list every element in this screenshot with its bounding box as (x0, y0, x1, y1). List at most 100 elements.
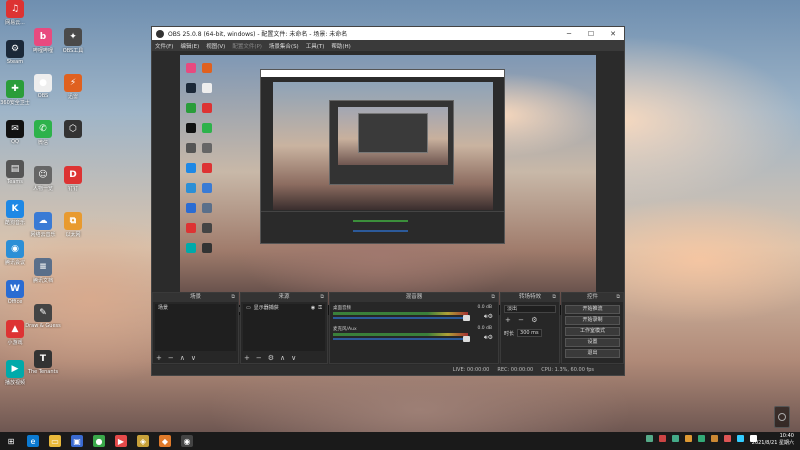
studio-mode-button[interactable]: 工作室模式 (565, 327, 620, 336)
scene-item[interactable]: 场景 (155, 304, 236, 312)
menu-profile[interactable]: 配置文件(P) (232, 42, 262, 50)
file-explorer-icon[interactable]: ▭ (49, 435, 61, 447)
preview-canvas[interactable] (180, 55, 596, 315)
duration-input[interactable]: 300 ms (517, 329, 542, 337)
volume-slider[interactable] (333, 338, 468, 340)
tray-icon[interactable] (685, 435, 692, 442)
add-scene-button[interactable]: + (156, 354, 162, 362)
desktop-icon[interactable]: ✆ 微信 (28, 120, 58, 146)
source-item[interactable]: ▭ 显示器捕获 ◉ ⚿ (243, 304, 325, 313)
move-source-up-button[interactable]: ∧ (280, 354, 285, 362)
desktop-icon-label: 以太网 (65, 232, 81, 238)
desktop-icon[interactable]: ⚡ 迅雷 (58, 74, 88, 100)
app-icon: ▲ (6, 320, 24, 338)
clock[interactable]: 10:40 2021/8/21 星期六 (752, 433, 794, 447)
volume-slider[interactable] (333, 317, 468, 319)
sources-dock: 来源 ⧉ ▭ 显示器捕获 ◉ ⚿ + − ⚙ ∧ ∨ (240, 292, 328, 364)
speaker-icon[interactable]: 🔊︎⚙ (484, 313, 493, 321)
controls-dock: 控件 ⧉ 开始推流 开始录制 工作室模式 设置 退出 (561, 292, 624, 364)
track-level: 0.0 dB (477, 305, 492, 310)
menu-tools[interactable]: 工具(T) (306, 42, 325, 50)
floating-widget[interactable] (774, 406, 790, 428)
menu-file[interactable]: 文件(F) (155, 42, 173, 50)
settings-button[interactable]: 设置 (565, 338, 620, 347)
desktop-icon[interactable]: ⧉ 以太网 (58, 212, 88, 238)
obs-titlebar[interactable]: OBS 25.0.8 (64-bit, windows) - 配置文件: 未命名… (152, 27, 624, 40)
menu-edit[interactable]: 编辑(E) (180, 42, 199, 50)
add-source-button[interactable]: + (244, 354, 250, 362)
start-streaming-button[interactable]: 开始推流 (565, 305, 620, 314)
video-icon[interactable]: ▶ (115, 435, 127, 447)
tray-icon[interactable] (737, 435, 744, 442)
transition-type-select[interactable]: 淡出 (504, 305, 556, 313)
app-icon[interactable]: ● (93, 435, 105, 447)
minimize-button[interactable]: ─ (558, 30, 580, 38)
app2-icon[interactable]: ◆ (159, 435, 171, 447)
speaker-icon[interactable]: 🔊︎⚙ (484, 334, 493, 342)
app-icon: ✎ (34, 304, 52, 322)
tray-icon[interactable] (711, 435, 718, 442)
dock-float-icon[interactable]: ⧉ (231, 293, 235, 302)
maximize-button[interactable]: ☐ (580, 30, 602, 38)
start-recording-button[interactable]: 开始录制 (565, 316, 620, 325)
move-scene-up-button[interactable]: ∧ (180, 354, 185, 362)
cpu-status: CPU: 1.3%, 60.00 fps (541, 367, 594, 373)
tray-icon[interactable] (724, 435, 731, 442)
store-icon[interactable]: ▣ (71, 435, 83, 447)
desktop-icon[interactable]: ≡ 腾讯文档 (28, 258, 58, 284)
game-icon[interactable]: ◈ (137, 435, 149, 447)
app-icon: ♫ (6, 0, 24, 18)
volume-fader-handle[interactable] (463, 336, 470, 342)
transition-settings-button[interactable]: ⚙ (531, 316, 537, 324)
desktop-icon[interactable]: T The Tenants (28, 350, 58, 375)
track-level: 0.0 dB (477, 326, 492, 331)
app-icon: ≡ (34, 258, 52, 276)
menu-scene-collection[interactable]: 场景集合(S) (269, 42, 299, 50)
menu-view[interactable]: 视图(V) (206, 42, 225, 50)
nested-docks (261, 211, 504, 243)
remove-source-button[interactable]: − (256, 354, 262, 362)
start-icon[interactable]: ⊞ (5, 435, 17, 447)
desktop-icon[interactable]: ♫ 网易云... (0, 0, 30, 26)
edge-icon[interactable]: e (27, 435, 39, 447)
exit-button[interactable]: 退出 (565, 349, 620, 358)
desktop-icon-label: The Tenants (27, 369, 59, 375)
tray-icon[interactable] (698, 435, 705, 442)
desktop-icon[interactable]: D 钉钉 (58, 166, 88, 192)
desktop-icon[interactable]: ⬡ (58, 120, 88, 139)
live-status: LIVE: 00:00:00 (452, 367, 490, 373)
remove-scene-button[interactable]: − (168, 354, 174, 362)
tray-icon[interactable] (646, 435, 653, 442)
desktop-icon[interactable]: ✦ OBS工具 (58, 28, 88, 54)
remove-transition-button[interactable]: − (518, 316, 524, 324)
app-icon: ⚡ (64, 74, 82, 92)
add-transition-button[interactable]: + (505, 316, 511, 324)
tray-icon[interactable] (672, 435, 679, 442)
eye-icon[interactable]: ◉ (311, 304, 315, 313)
app-icon: ⧉ (64, 212, 82, 230)
source-settings-button[interactable]: ⚙ (268, 354, 274, 362)
window-title: OBS 25.0.8 (64-bit, windows) - 配置文件: 未命名… (168, 31, 348, 38)
app-icon: ☺ (34, 166, 52, 184)
dock-float-icon[interactable]: ⧉ (552, 293, 556, 302)
lock-icon[interactable]: ⚿ (318, 304, 322, 313)
desktop-icon-label: 网易云... (5, 20, 25, 26)
dock-float-icon[interactable]: ⧉ (616, 293, 620, 302)
desktop-icon[interactable]: ▤ Teams (0, 160, 30, 185)
dock-float-icon[interactable]: ⧉ (491, 293, 495, 302)
close-button[interactable]: ✕ (602, 30, 624, 38)
move-scene-down-button[interactable]: ∨ (191, 354, 196, 362)
desktop-icon[interactable]: K 酷狗音乐 (0, 200, 30, 226)
sources-list[interactable]: ▭ 显示器捕获 ◉ ⚿ (243, 304, 325, 351)
scenes-list[interactable]: 场景 (155, 304, 236, 351)
tray-icon[interactable] (659, 435, 666, 442)
audio-meter (333, 312, 468, 315)
desktop-icon[interactable]: ✎ Draw & Guess (25, 304, 61, 329)
dock-float-icon[interactable]: ⧉ (320, 293, 324, 302)
track-name: 桌面音频 (333, 306, 351, 311)
move-source-down-button[interactable]: ∨ (291, 354, 296, 362)
volume-fader-handle[interactable] (463, 315, 470, 321)
desktop-icon[interactable]: ◉ 腾讯会议 (0, 240, 30, 266)
obs-icon[interactable]: ◉ (181, 435, 193, 447)
menu-help[interactable]: 帮助(H) (331, 42, 350, 50)
